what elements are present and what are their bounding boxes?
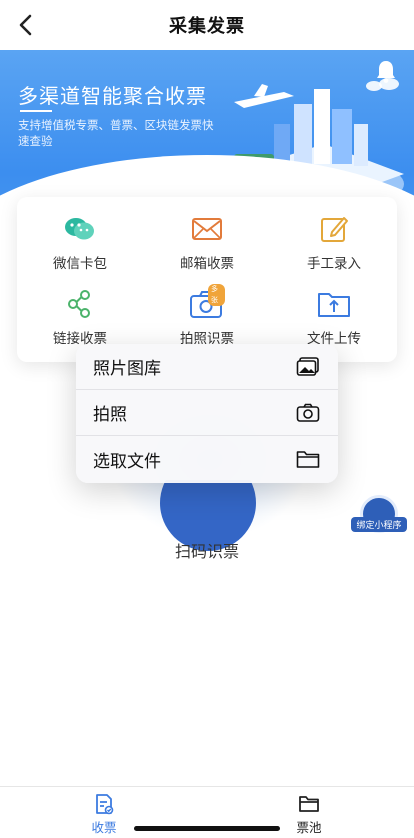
option-email[interactable]: 邮箱收票: [152, 212, 262, 280]
back-button[interactable]: [12, 12, 38, 38]
bind-mini-program-button[interactable]: 绑定小程序: [351, 495, 407, 535]
camera-icon: [296, 403, 320, 422]
tab-invoice-pool[interactable]: 票池: [279, 793, 339, 836]
photo-library-icon: [296, 356, 319, 376]
share-link-icon: [68, 290, 90, 318]
multi-badge: 多张: [208, 284, 225, 306]
svg-text:¥: ¥: [212, 168, 218, 179]
bell-icon[interactable]: [374, 58, 398, 84]
menu-item-label: 拍照: [93, 405, 127, 425]
menu-item-label: 照片图库: [93, 359, 161, 379]
receive-invoice-icon: [96, 794, 114, 815]
folder-icon: [299, 796, 319, 812]
option-label: 手工录入: [307, 256, 361, 272]
edit-icon: [321, 217, 348, 242]
folder-icon: [296, 451, 320, 468]
option-label: 微信卡包: [53, 256, 107, 272]
photo-source-menu: 照片图库 拍照 选取文件: [76, 344, 338, 483]
tab-label: 票池: [296, 820, 322, 835]
chevron-left-icon: [19, 14, 32, 36]
scan-label: 扫码识票: [174, 542, 239, 561]
mail-icon: [192, 218, 222, 240]
option-label: 邮箱收票: [180, 256, 234, 272]
folder-upload-icon: [318, 293, 350, 317]
option-manual-entry[interactable]: 手工录入: [279, 212, 389, 280]
tab-label: 收票: [91, 820, 117, 835]
collection-options-card: 微信卡包 邮箱收票 手工录入 链接收票 多张 拍照识票 文件上传: [17, 197, 397, 362]
nav-bar: 采集发票: [0, 0, 414, 50]
menu-item-choose-file[interactable]: 选取文件: [76, 436, 338, 482]
menu-item-take-photo[interactable]: 拍照: [76, 390, 338, 436]
menu-item-label: 选取文件: [93, 451, 161, 472]
banner-underline: [20, 110, 52, 112]
tab-receive[interactable]: 收票: [74, 793, 134, 836]
menu-item-photo-library[interactable]: 照片图库: [76, 344, 338, 390]
home-indicator: [134, 826, 280, 831]
page-title: 采集发票: [169, 16, 245, 37]
mini-program-label: 绑定小程序: [351, 517, 407, 532]
wechat-icon: [65, 218, 94, 240]
option-wechat-card[interactable]: 微信卡包: [25, 212, 135, 280]
